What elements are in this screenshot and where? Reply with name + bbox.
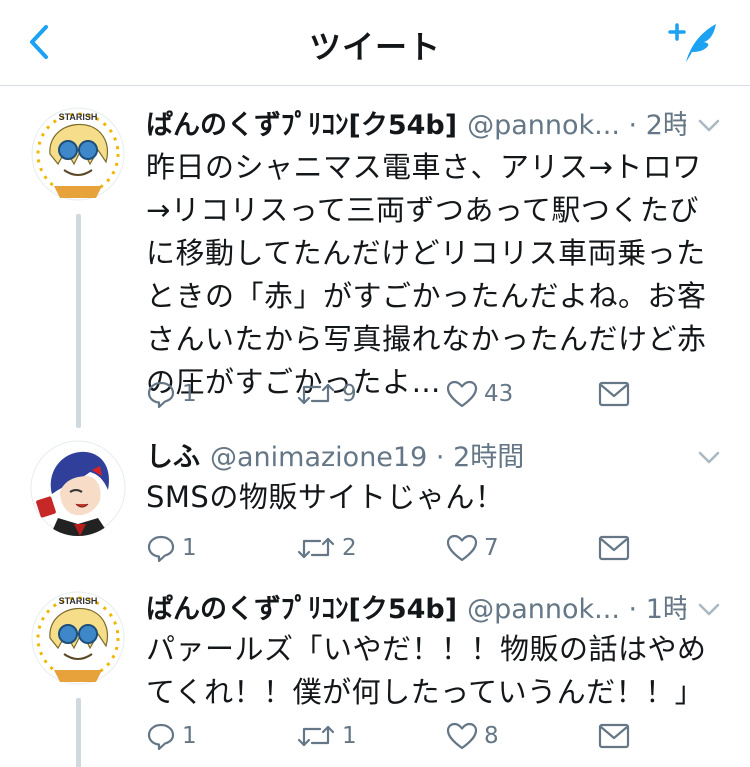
nav-header: ツイート (0, 0, 750, 86)
share-dm-button[interactable] (598, 716, 630, 756)
avatar[interactable]: STARISH (30, 106, 126, 202)
retweet-icon (297, 725, 335, 747)
timestamp[interactable]: 2時間 (453, 442, 524, 473)
avatar[interactable] (30, 440, 126, 536)
chevron-down-icon (698, 603, 720, 616)
tweet-text: 昨日のシャニマス電車さ、アリス→トロワ→リコリスって三両ずつあって駅つくたびに移… (146, 150, 707, 399)
avatar-image (30, 440, 126, 536)
tweet-actions: 1 1 8 (146, 716, 646, 756)
tweet-detail-screen: ツイート STARISH ぱんのくずﾌﾟﾘｺﾝ[ク54b] @pannok...… (0, 0, 750, 767)
envelope-icon (598, 723, 630, 749)
avatar-lettering: STARISH (59, 112, 98, 122)
reply-button[interactable]: 1 (146, 374, 197, 414)
share-dm-button[interactable] (598, 374, 630, 414)
retweet-icon (297, 383, 335, 405)
tweet-actions: 1 9 43 (146, 374, 646, 414)
display-name[interactable]: ぱんのくずﾌﾟﾘｺﾝ[ク54b] (146, 110, 457, 141)
thread-connector (76, 698, 81, 767)
display-name[interactable]: ぱんのくずﾌﾟﾘｺﾝ[ク54b] (146, 594, 457, 625)
reply-count: 1 (182, 723, 197, 749)
user-handle[interactable]: @pannok... (467, 110, 620, 141)
avatar-image: STARISH (31, 107, 125, 201)
reply-count: 1 (182, 535, 197, 561)
retweet-button[interactable]: 1 (296, 716, 357, 756)
avatar-image: STARISH (31, 591, 125, 685)
retweet-icon (297, 537, 335, 559)
chevron-down-icon (698, 119, 720, 132)
tweet-menu-button[interactable] (694, 442, 724, 472)
like-button[interactable]: 8 (446, 716, 499, 756)
like-button[interactable]: 43 (446, 374, 513, 414)
like-button[interactable]: 7 (446, 528, 499, 568)
display-name[interactable]: しふ (146, 442, 200, 473)
thread-connector (76, 214, 81, 428)
tweet-item[interactable]: STARISH ぱんのくずﾌﾟﾘｺﾝ[ク54b] @pannok... · 2時間… (0, 106, 750, 428)
reply-icon (147, 723, 175, 751)
reply-button[interactable]: 1 (146, 716, 197, 756)
heart-icon (446, 722, 478, 750)
tweet-item[interactable]: STARISH ぱんのくずﾌﾟﾘｺﾝ[ク54b] @pannok... · 1時間… (0, 590, 750, 767)
reply-icon (147, 381, 175, 409)
retweet-count: 2 (342, 535, 357, 561)
compose-tweet-button[interactable] (664, 18, 724, 68)
avatar[interactable]: STARISH (30, 590, 126, 686)
tweet-menu-button[interactable] (694, 594, 724, 624)
separator-dot: · (435, 442, 445, 473)
user-handle[interactable]: @pannok... (467, 594, 620, 625)
envelope-icon (598, 535, 630, 561)
chevron-down-icon (698, 451, 720, 464)
tweet-header: ぱんのくずﾌﾟﾘｺﾝ[ク54b] @pannok... · 1時間 (146, 590, 686, 630)
like-count: 8 (484, 723, 499, 749)
retweet-button[interactable]: 2 (296, 528, 357, 568)
reply-count: 1 (182, 381, 197, 407)
timestamp[interactable]: 1時間 (646, 594, 686, 625)
avatar-lettering: STARISH (59, 596, 98, 606)
tweet-header: ぱんのくずﾌﾟﾘｺﾝ[ク54b] @pannok... · 2時間 (146, 106, 686, 146)
tweet-menu-button[interactable] (694, 110, 724, 140)
separator-dot: · (628, 594, 638, 625)
separator-dot: · (628, 110, 638, 141)
compose-feather-icon (668, 23, 716, 62)
retweet-button[interactable]: 9 (296, 374, 357, 414)
tweet-item[interactable]: しふ @animazione19 · 2時間 SMSの物販サイトじゃん！ 1 2… (0, 438, 750, 586)
page-title: ツイート (308, 28, 441, 66)
tweet-text: パァールズ「いやだ！！！物販の話はやめてくれ！！僕が何したっていうんだ！！」 (146, 632, 707, 709)
user-handle[interactable]: @animazione19 (210, 442, 427, 473)
retweet-count: 9 (342, 381, 357, 407)
envelope-icon (598, 381, 630, 407)
share-dm-button[interactable] (598, 528, 630, 568)
reply-icon (147, 535, 175, 563)
tweet-header: しふ @animazione19 · 2時間 (146, 438, 686, 478)
retweet-count: 1 (342, 723, 357, 749)
reply-button[interactable]: 1 (146, 528, 197, 568)
heart-icon (446, 380, 478, 408)
tweet-text: SMSの物販サイトじゃん！ (146, 480, 505, 514)
timestamp[interactable]: 2時間 (646, 110, 686, 141)
like-count: 43 (484, 381, 514, 407)
tweet-actions: 1 2 7 (146, 528, 646, 568)
like-count: 7 (484, 535, 499, 561)
heart-icon (446, 534, 478, 562)
